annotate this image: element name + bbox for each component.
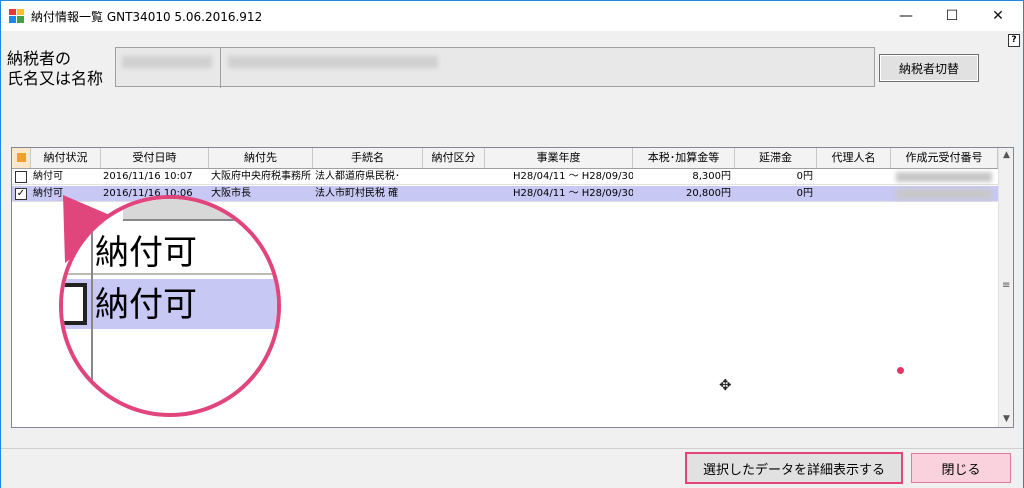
redacted-origin-number: [896, 172, 992, 182]
scroll-grip-icon[interactable]: ≡: [1002, 280, 1010, 291]
cell-agent: [817, 186, 891, 202]
cell-amount: 8,300円: [692, 171, 731, 182]
row-checkbox[interactable]: ✓: [15, 188, 27, 200]
cell-received: 2016/11/16 10:07: [103, 171, 193, 182]
minimize-icon: —: [899, 8, 913, 24]
zoom-status-text-1: 納付可: [95, 233, 197, 273]
col-header-agent[interactable]: 代理人名: [817, 148, 891, 168]
app-icon: [9, 9, 24, 23]
cell-procedure: 法人市町村民税 確: [315, 188, 399, 199]
taxpayer-label: 納税者の 氏名又は名称: [7, 49, 117, 89]
col-header-fiscal-year[interactable]: 事業年度: [485, 148, 633, 168]
col-header-amount[interactable]: 本税･加算金等: [633, 148, 735, 168]
redacted-taxpayer-name: [228, 56, 438, 68]
move-cursor-icon: ✥: [719, 376, 732, 394]
taxpayer-name-field: [115, 47, 875, 88]
cell-amount: 20,800円: [686, 188, 731, 199]
row-checkbox[interactable]: [15, 171, 27, 183]
cell-fiscal-year: H28/04/11 ～ H28/09/30: [513, 188, 633, 199]
col-header-origin-number[interactable]: 作成元受付番号: [891, 148, 998, 168]
vertical-scrollbar[interactable]: ▲ ≡ ▼: [998, 148, 1013, 427]
cell-payee: 大阪府中央府税事務所: [211, 171, 311, 182]
select-all-corner[interactable]: [12, 148, 31, 168]
close-icon: ✕: [992, 8, 1004, 24]
show-details-button[interactable]: 選択したデータを詳細表示する: [685, 452, 903, 484]
col-header-status[interactable]: 納付状況: [31, 148, 101, 168]
cell-category: [423, 169, 485, 185]
zoom-magnifier: 納付可 納付可: [59, 195, 281, 417]
zoom-status-text-2: 納付可: [95, 285, 197, 325]
zoom-column-line: [91, 199, 93, 413]
col-header-procedure[interactable]: 手続名: [313, 148, 423, 168]
taxpayer-label-line1: 納税者の: [7, 49, 72, 68]
maximize-button[interactable]: ☐: [929, 1, 975, 31]
scroll-down-icon[interactable]: ▼: [999, 412, 1014, 427]
redacted-taxpayer-id: [122, 56, 212, 68]
grid-header: 納付状況 受付日時 納付先 手続名 納付区分 事業年度 本税･加算金等 延滞金 …: [12, 148, 998, 169]
close-window-button[interactable]: ✕: [975, 1, 1021, 31]
scroll-up-icon[interactable]: ▲: [999, 148, 1014, 163]
col-header-received[interactable]: 受付日時: [101, 148, 209, 168]
close-button[interactable]: 閉じる: [911, 453, 1011, 483]
cell-category: [423, 186, 485, 202]
zoom-checkbox: [63, 283, 87, 325]
col-header-category[interactable]: 納付区分: [423, 148, 485, 168]
cell-fiscal-year: H28/04/11 ～ H28/09/30: [513, 171, 633, 182]
cell-late-fee: 0円: [796, 171, 813, 182]
cell-late-fee: 0円: [796, 188, 813, 199]
cell-procedure: 法人都道府県民税･: [315, 171, 400, 182]
pointer-dot: [897, 367, 904, 374]
table-row[interactable]: 納付可 2016/11/16 10:07 大阪府中央府税事務所 法人都道府県民税…: [12, 169, 998, 185]
maximize-icon: ☐: [945, 8, 959, 24]
help-icon[interactable]: ?: [1008, 34, 1020, 47]
col-header-payee[interactable]: 納付先: [209, 148, 313, 168]
main-window: 納付情報一覧 GNT34010 5.06.2016.912 — ☐ ✕ ? 納税…: [0, 0, 1024, 488]
col-header-late-fee[interactable]: 延滞金: [735, 148, 817, 168]
taxpayer-label-line2: 氏名又は名称: [7, 69, 104, 88]
taxpayer-field-divider: [220, 48, 221, 88]
cell-status: 納付可: [33, 171, 63, 182]
cell-agent: [817, 169, 891, 185]
title-bar: 納付情報一覧 GNT34010 5.06.2016.912 — ☐ ✕: [1, 1, 1023, 31]
zoom-header-strip: [123, 199, 277, 221]
window-title: 納付情報一覧 GNT34010 5.06.2016.912: [31, 10, 263, 24]
minimize-button[interactable]: —: [883, 1, 929, 31]
switch-taxpayer-button[interactable]: 納税者切替: [879, 54, 979, 82]
redacted-origin-number: [896, 189, 992, 199]
